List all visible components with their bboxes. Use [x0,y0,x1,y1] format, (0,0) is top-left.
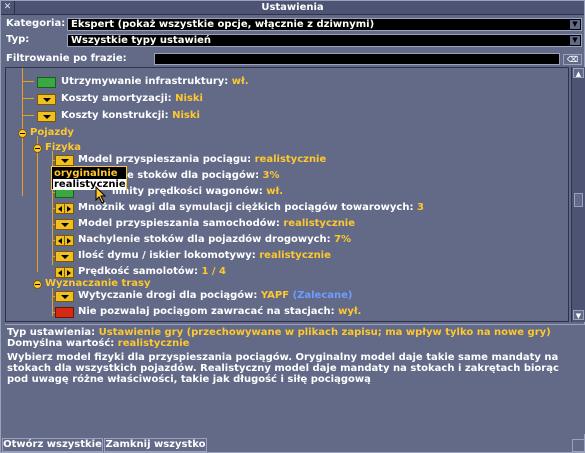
toggle-switch[interactable] [37,77,56,88]
setting-row[interactable]: limity prędkości wagonów: wł. [112,185,283,198]
setting-row[interactable]: Wytyczanie drogi dla pociągów: YAPF (Zal… [78,289,353,302]
title-bar[interactable]: Ustawienia [1,1,584,15]
setting-row[interactable]: Model przyspieszania pociągu: realistycz… [78,153,326,166]
tree-line [22,81,34,82]
tree-line [22,98,34,99]
dropdown-option[interactable]: oryginalnie [53,168,126,179]
tree-line [37,136,38,272]
stepper-button[interactable] [55,203,74,214]
collapse-all-button[interactable]: Zamknij wszystko [104,438,207,452]
close-button[interactable]: ✕ [1,1,15,14]
setting-info-panel: Typ ustawienia: Ustawienie gry (przechow… [5,324,585,434]
category-dropdown[interactable]: Ekspert (pokaż wszystkie opcje, włącznie… [67,18,582,31]
chevron-down-icon: ▼ [570,36,580,45]
collapse-icon[interactable] [18,129,27,138]
category-value: Ekspert (pokaż wszystkie opcje, włącznie… [71,19,375,30]
mouse-cursor-icon [95,186,107,204]
type-dropdown[interactable]: Wszystkie typy ustawień ▼ [67,34,582,47]
filter-clear-button[interactable]: ⌫ [563,54,582,65]
scroll-thumb[interactable] [574,193,583,207]
setting-row[interactable]: Ilość dymu / iskier lokomotywy: realisty… [78,249,331,262]
settings-window: Ustawienia ✕ Kategoria: Ekspert (pokaż w… [0,0,585,453]
resize-handle[interactable] [572,439,585,452]
collapse-icon[interactable] [33,144,42,153]
category-label: Kategoria: [6,18,66,29]
type-label: Typ: [6,34,30,45]
setting-type-line: Typ ustawienia: Ustawienie gry (przechow… [7,327,551,338]
group-vehicles[interactable]: Pojazdy [30,126,74,139]
dropdown-button[interactable] [55,291,74,302]
setting-row[interactable]: Koszty konstrukcji: Niski [61,109,200,122]
tree-scrollbar[interactable]: ▲ ▼ [571,67,585,322]
expand-all-button[interactable]: Otwórz wszystkie [2,438,103,452]
filter-input[interactable] [154,53,560,65]
backspace-icon: ⌫ [566,55,579,64]
dropdown-button[interactable] [37,111,56,122]
setting-row[interactable]: Koszty amortyzacji: Niski [61,92,203,105]
dropdown-popup: oryginalnie realistycznie [51,166,127,190]
dropdown-button[interactable] [37,94,56,105]
settings-tree: Utrzymywanie infrastruktury: wł. Koszty … [5,67,569,322]
chevron-down-icon: ▼ [570,20,580,29]
type-value: Wszystkie typy ustawień [71,35,212,46]
dropdown-button[interactable] [55,155,74,166]
setting-row[interactable]: Mnożnik wagi dla symulacji ciężkich poci… [78,201,424,214]
stepper-button[interactable] [55,235,74,246]
setting-row[interactable]: Nachylenie stoków dla pojazdów drogowych… [78,233,351,246]
tree-line [22,115,34,116]
dropdown-option-selected[interactable]: realistycznie [53,179,126,190]
setting-description: Wybierz model fizyki dla przyspieszania … [7,352,559,385]
filter-label: Filtrowanie po frazie: [6,53,127,64]
scroll-up-icon[interactable]: ▲ [573,68,584,78]
dropdown-button[interactable] [55,251,74,262]
dropdown-button[interactable] [55,219,74,230]
toggle-switch[interactable] [55,307,74,318]
setting-row[interactable]: e stoków dla pociągów: 3% [127,169,280,182]
scroll-down-icon[interactable]: ▼ [573,310,584,320]
setting-row[interactable]: Model przyspieszania samochodów: realist… [78,217,355,230]
default-value-line: Domyślna wartość: realistycznie [7,338,190,349]
setting-row[interactable]: Nie pozwalaj pociągom zawracać na stacja… [78,305,361,318]
close-icon: ✕ [3,2,12,12]
setting-row[interactable]: Utrzymywanie infrastruktury: wł. [61,75,249,88]
collapse-icon[interactable] [33,280,42,289]
window-title: Ustawienia [261,2,324,13]
group-physics[interactable]: Fizyka [45,141,81,154]
